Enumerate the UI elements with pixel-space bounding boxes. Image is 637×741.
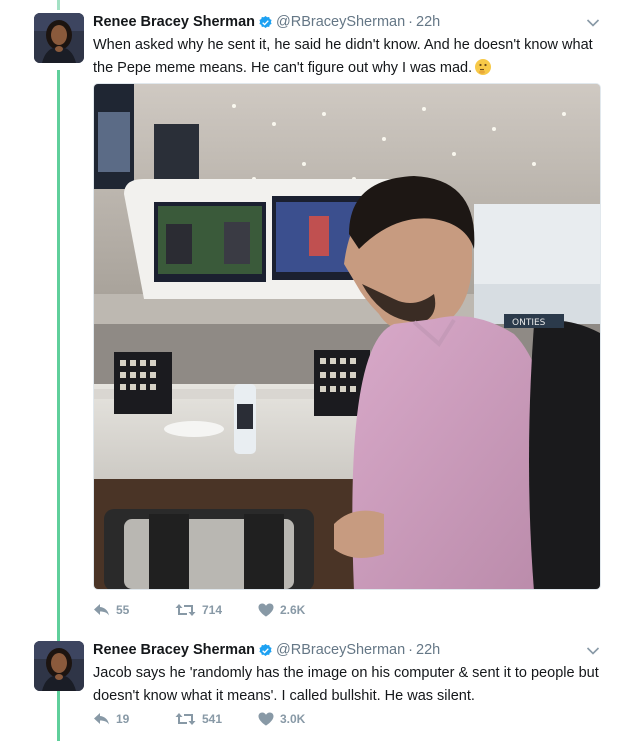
reply-icon	[94, 713, 109, 725]
tweet-text: When asked why he sent it, he said he di…	[93, 34, 603, 80]
reply-count: 19	[116, 712, 130, 726]
reply-button[interactable]: 55	[93, 603, 129, 617]
author-name[interactable]: Renee Bracey Sherman	[93, 14, 255, 30]
timestamp[interactable]: 22h	[416, 642, 440, 658]
avatar[interactable]	[34, 641, 84, 691]
verified-badge-icon	[259, 15, 272, 28]
retweet-count: 714	[202, 603, 223, 617]
avatar[interactable]	[34, 13, 84, 63]
heart-icon	[258, 712, 274, 726]
reply-button[interactable]: 19	[93, 712, 129, 726]
retweet-button[interactable]: 714	[175, 603, 222, 617]
like-button[interactable]: 2.6K	[258, 603, 305, 617]
retweet-icon	[175, 604, 196, 616]
verified-badge-icon	[259, 643, 272, 656]
tweet-1[interactable]: Renee Bracey Sherman @RBraceySherman · 2…	[0, 0, 637, 630]
tweet-header: Renee Bracey Sherman @RBraceySherman · 2…	[93, 12, 440, 32]
separator-dot: ·	[408, 14, 413, 30]
tweet-text-body: When asked why he sent it, he said he di…	[93, 37, 593, 76]
tweet-text: Jacob says he 'randomly has the image on…	[93, 662, 603, 708]
author-name[interactable]: Renee Bracey Sherman	[93, 642, 255, 658]
thinking-face-emoji	[475, 59, 492, 75]
author-handle[interactable]: @RBraceySherman	[276, 642, 405, 658]
tweet-2[interactable]: Renee Bracey Sherman @RBraceySherman · 2…	[0, 630, 637, 741]
separator-dot: ·	[408, 642, 413, 658]
retweet-count: 541	[202, 712, 223, 726]
author-handle[interactable]: @RBraceySherman	[276, 14, 405, 30]
tweet-header: Renee Bracey Sherman @RBraceySherman · 2…	[93, 640, 440, 660]
heart-icon	[258, 603, 274, 617]
retweet-button[interactable]: 541	[175, 712, 222, 726]
chevron-down-icon[interactable]	[586, 646, 600, 656]
reply-count: 55	[116, 603, 130, 617]
timestamp[interactable]: 22h	[416, 14, 440, 30]
airport-lounge-photo: ONTIES	[94, 84, 600, 589]
retweet-icon	[175, 713, 196, 725]
tweet-text-body: Jacob says he 'randomly has the image on…	[93, 665, 599, 704]
chevron-down-icon[interactable]	[586, 18, 600, 28]
like-count: 3.0K	[280, 712, 306, 726]
like-button[interactable]: 3.0K	[258, 712, 305, 726]
tweet-photo[interactable]: ONTIES	[93, 83, 601, 590]
reply-icon	[94, 604, 109, 616]
like-count: 2.6K	[280, 603, 306, 617]
svg-text:ONTIES: ONTIES	[512, 318, 546, 328]
